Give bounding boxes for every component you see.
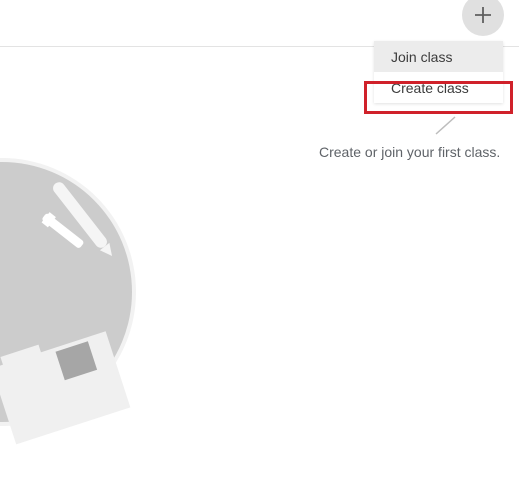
empty-state-illustration (0, 158, 136, 445)
classroom-home-page: Join class Create class Create or join y… (0, 0, 519, 500)
